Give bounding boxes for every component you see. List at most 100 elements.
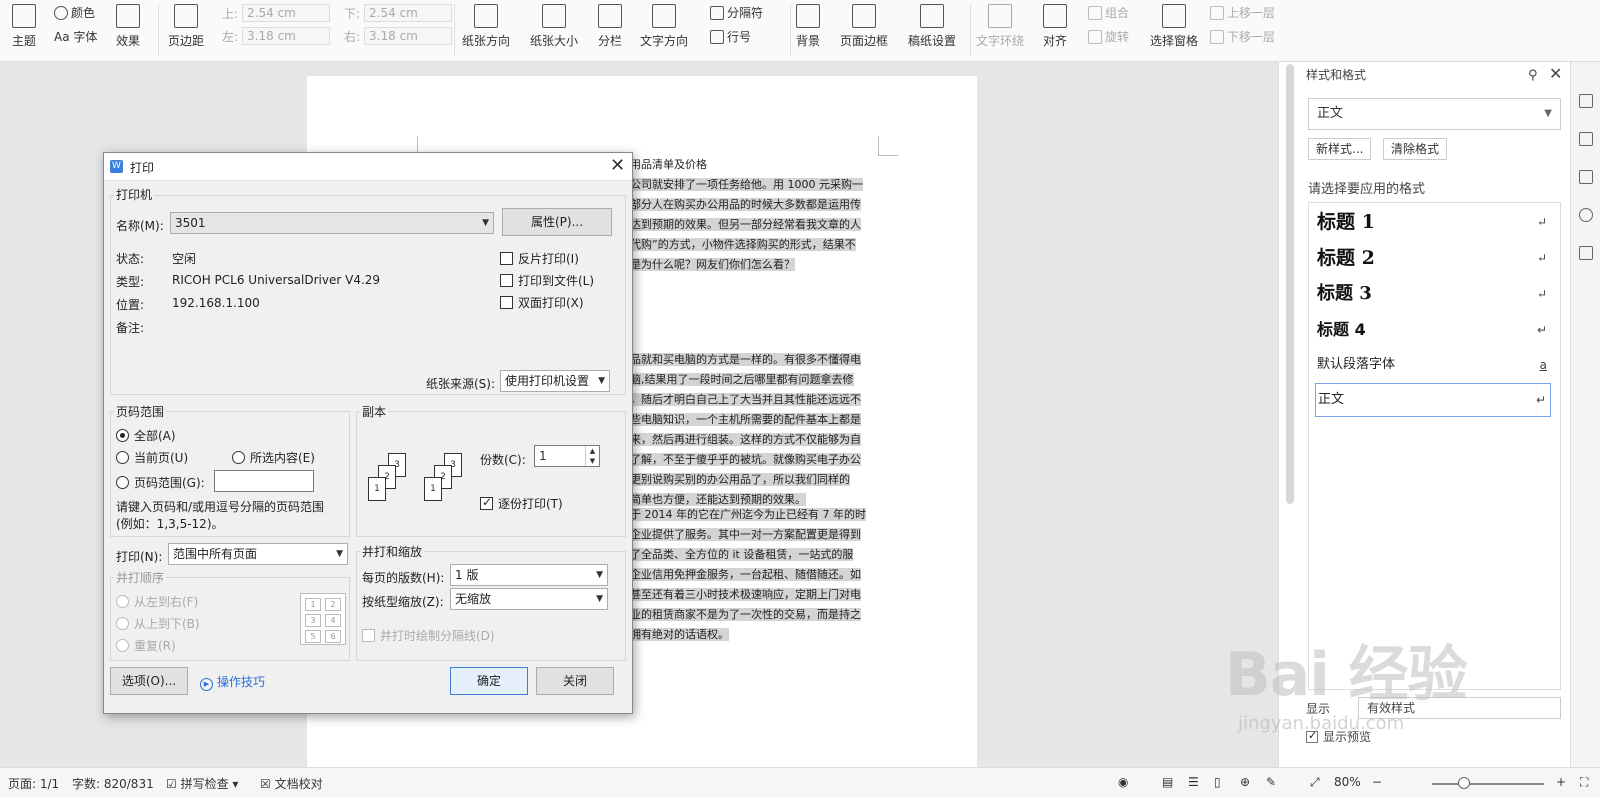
new-style-button[interactable]: 新样式...	[1308, 138, 1372, 160]
current-style-select[interactable]: 正文 ▼	[1308, 98, 1561, 130]
range-pages-radio[interactable]: 页码范围(G):	[116, 474, 205, 491]
fullscreen-icon[interactable]: ⛶	[1580, 775, 1588, 790]
selection-pane-button[interactable]: 选择窗格	[1150, 0, 1198, 49]
write-view-icon[interactable]: ✎	[1266, 775, 1276, 789]
color-button[interactable]: 颜色	[54, 4, 95, 21]
draw-lines-checkbox[interactable]: 并打时绘制分隔线(D)	[362, 627, 495, 644]
effect-button[interactable]: 效果	[116, 0, 140, 49]
range-current-radio[interactable]: 当前页(U)	[116, 449, 188, 466]
range-all-radio[interactable]: 全部(A)	[116, 427, 176, 444]
style-item-default-font[interactable]: 默认段落字体 a	[1315, 349, 1551, 381]
margin-left-field[interactable]: 左: 3.18 cm	[222, 27, 331, 45]
chevron-down-icon: ▼	[596, 570, 603, 580]
chevron-down-icon: ▼	[336, 549, 343, 559]
align-icon	[1043, 4, 1067, 28]
line-number-button[interactable]: 行号	[710, 28, 751, 45]
doc-line: 业的租赁商家不是为了一次性的交易，而是持之	[630, 608, 861, 621]
align-button[interactable]: 对齐	[1043, 0, 1067, 49]
tips-link[interactable]: ▶ 操作技巧	[200, 673, 265, 691]
print-to-file-checkbox[interactable]: 打印到文件(L)	[500, 272, 594, 289]
line-number-icon	[710, 29, 724, 44]
theme-button[interactable]: 主题	[12, 0, 36, 49]
vertical-scrollbar[interactable]	[1286, 64, 1294, 504]
doc-line: 了解，不至于傻乎乎的被坑。就像购买电子办公	[630, 453, 861, 466]
close-button[interactable]: 关闭	[536, 667, 614, 695]
manuscript-button[interactable]: 稿纸设置	[908, 0, 956, 49]
style-item-heading1[interactable]: 标题 1 ↵	[1315, 205, 1551, 239]
pin-icon[interactable]: ⚲	[1528, 68, 1538, 83]
zoom-slider-handle[interactable]	[1458, 777, 1470, 789]
order-repeat-radio[interactable]: 重复(R)	[116, 637, 176, 654]
orientation-button[interactable]: 纸张方向	[462, 0, 510, 49]
order-tb-radio[interactable]: 从上到下(B)	[116, 615, 200, 632]
copies-stepper[interactable]: 1 ▲ ▼	[534, 445, 600, 467]
doc-paragraph-1: 公司就安排了一项任务给他。用 1000 元采购一 部分人在购买办公用品的时候大多数…	[630, 175, 863, 275]
scale-select[interactable]: 无缩放 ▼	[450, 588, 608, 610]
paper-source-select[interactable]: 使用打印机设置 ▼	[500, 370, 610, 392]
printer-status: 空闲	[172, 252, 197, 266]
font-button[interactable]: Aa 字体	[54, 28, 97, 45]
doc-line: 些电脑知识，一个主机所需要的配件基本上都是	[630, 413, 861, 426]
panel-close-icon[interactable]: ✕	[1549, 64, 1562, 83]
proofread-button[interactable]: ☒ 文档校对	[260, 775, 323, 792]
print-what-select[interactable]: 范围中所有页面 ▼	[168, 543, 348, 565]
columns-button[interactable]: 分栏	[598, 0, 622, 49]
spell-check-button[interactable]: ☑ 拼写检查 ▾	[166, 775, 238, 792]
chevron-down-icon: ▼	[482, 218, 489, 228]
bring-forward-button[interactable]: 上移一层	[1210, 4, 1275, 21]
print-dialog: W 打印 ✕ 打印机 名称(M): 3501 ▼ 属性(P)... 状态: 空闲 …	[103, 152, 633, 714]
range-selection-radio[interactable]: 所选内容(E)	[232, 449, 315, 466]
web-view-icon[interactable]: ⊕	[1240, 775, 1250, 789]
options-button[interactable]: 选项(O)...	[110, 667, 188, 695]
style-item-heading4[interactable]: 标题 4 ↵	[1315, 313, 1551, 347]
paper-size-button[interactable]: 纸张大小	[530, 0, 578, 49]
properties-button[interactable]: 属性(P)...	[502, 208, 612, 236]
help-icon[interactable]	[1579, 208, 1593, 222]
ok-button[interactable]: 确定	[450, 667, 528, 695]
style-item-heading3[interactable]: 标题 3 ↵	[1315, 277, 1551, 311]
styles-panel-title[interactable]: 样式和格式	[1306, 66, 1366, 83]
word-count[interactable]: 字数: 820/831	[72, 775, 154, 792]
outline-view-icon[interactable]: ☰	[1188, 775, 1199, 789]
style-item-heading2[interactable]: 标题 2 ↵	[1315, 241, 1551, 275]
separator-button[interactable]: 分隔符	[710, 4, 763, 21]
margin-bottom-field[interactable]: 下: 2.54 cm	[344, 4, 453, 22]
cursor-icon[interactable]	[1579, 132, 1593, 146]
text-direction-button[interactable]: 文字方向	[640, 0, 688, 49]
dialog-close-icon[interactable]: ✕	[610, 155, 625, 176]
group-button[interactable]: 组合	[1088, 4, 1129, 21]
margin-right-field[interactable]: 右: 3.18 cm	[344, 27, 453, 45]
ribbon-toolbar: 主题 颜色 Aa 字体 效果 页边距 上: 2.54 cm 左: 3.18 cm 下…	[0, 0, 1600, 62]
doc-line: 品就和买电脑的方式是一样的。有很多不懂得电	[630, 353, 861, 366]
zoom-in-icon[interactable]: +	[1556, 775, 1566, 789]
order-lr-radio[interactable]: 从左到右(F)	[116, 593, 198, 610]
sliders-icon[interactable]	[1579, 170, 1593, 184]
share-icon[interactable]	[1579, 246, 1593, 260]
margin-top-field[interactable]: 上: 2.54 cm	[222, 4, 331, 22]
send-backward-button[interactable]: 下移一层	[1210, 28, 1275, 45]
zoom-slider[interactable]	[1432, 783, 1544, 785]
style-item-body[interactable]: 正文 ↵	[1315, 383, 1551, 417]
pen-icon[interactable]	[1579, 94, 1593, 108]
text-wrap-button[interactable]: 文字环绕	[976, 0, 1024, 49]
rotate-button[interactable]: 旋转	[1088, 28, 1129, 45]
duplex-checkbox[interactable]: 双面打印(X)	[500, 294, 584, 311]
zoom-out-icon[interactable]: −	[1372, 775, 1382, 789]
page-range-input[interactable]	[214, 470, 314, 492]
reverse-print-checkbox[interactable]: 反片打印(I)	[500, 250, 579, 267]
margin-button[interactable]: 页边距	[168, 0, 204, 49]
background-button[interactable]: 背景	[796, 0, 820, 49]
collate-checkbox[interactable]: 逐份打印(T)	[480, 495, 563, 512]
zoom-level[interactable]: 80%	[1334, 775, 1361, 789]
clear-format-button[interactable]: 清除格式	[1383, 138, 1448, 160]
page-border-button[interactable]: 页面边框	[840, 0, 888, 49]
reading-view-icon[interactable]: ▯	[1214, 775, 1221, 789]
printer-name-select[interactable]: 3501 ▼	[170, 212, 494, 234]
eye-icon[interactable]: ◉	[1118, 775, 1128, 789]
dialog-titlebar[interactable]: W 打印 ✕	[104, 153, 632, 181]
status-bar: 页面: 1/1 字数: 820/831 ☑ 拼写检查 ▾ ☒ 文档校对 ◉ ▤ …	[0, 767, 1600, 797]
doc-title: 用品清单及价格	[630, 158, 707, 171]
pages-per-sheet-select[interactable]: 1 版 ▼	[450, 564, 608, 586]
fit-icon[interactable]: ⤢	[1310, 775, 1320, 790]
page-view-icon[interactable]: ▤	[1162, 775, 1173, 789]
